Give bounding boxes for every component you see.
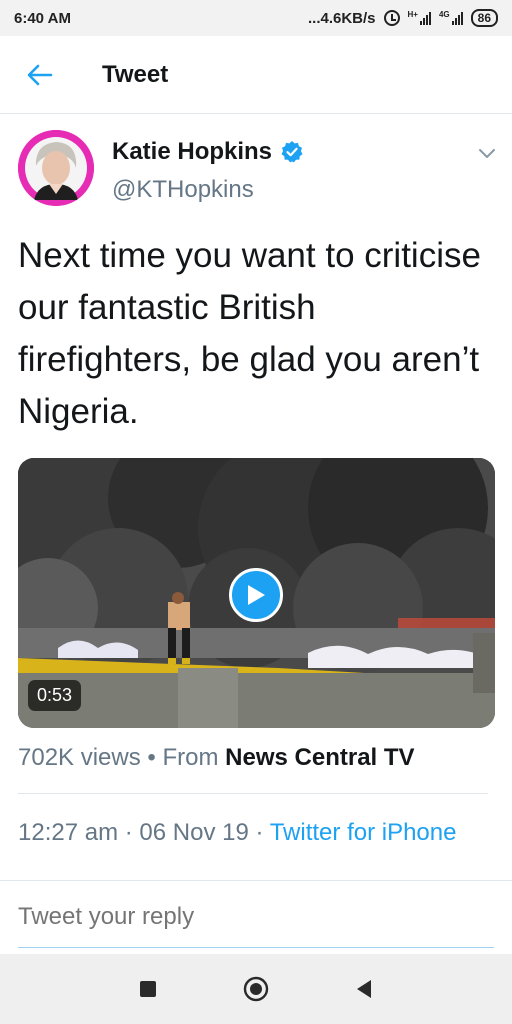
status-icons: ...4.6KB/s H+ 4G 86 — [308, 9, 498, 27]
from-label: From — [162, 744, 226, 771]
battery-indicator: 86 — [470, 9, 498, 27]
author-handle[interactable]: @KTHopkins — [112, 176, 254, 204]
avatar[interactable] — [18, 130, 94, 206]
signal-icon-2: 4G — [439, 11, 463, 25]
author-name[interactable]: Katie Hopkins — [112, 138, 272, 166]
app-header: Tweet — [0, 36, 512, 114]
page-title: Tweet — [102, 60, 169, 88]
arrow-left-icon — [27, 64, 53, 85]
divider — [18, 793, 488, 794]
view-count: 702K views — [18, 744, 141, 771]
tweet-client-link[interactable]: Twitter for iPhone — [270, 819, 457, 846]
dot-separator-2: · — [248, 819, 270, 846]
home-button[interactable] — [241, 974, 271, 1004]
play-button[interactable] — [229, 568, 283, 622]
avatar-image — [18, 130, 94, 206]
network-type-label-2: 4G — [438, 10, 450, 19]
system-back-button[interactable] — [349, 974, 379, 1004]
triangle-back-icon — [357, 980, 371, 998]
views-row: 702K views • From News Central TV — [18, 744, 415, 772]
signal-icon-1: H+ — [408, 11, 431, 25]
reply-bar — [0, 880, 512, 954]
network-type-label: H+ — [407, 10, 418, 19]
square-icon — [140, 981, 156, 997]
verified-badge-icon — [281, 141, 303, 163]
reply-input[interactable] — [18, 903, 488, 931]
video-source-link[interactable]: News Central TV — [225, 744, 414, 771]
circle-home-icon — [243, 976, 269, 1002]
chevron-down-icon[interactable] — [476, 142, 498, 164]
play-icon — [248, 585, 265, 605]
tweet-text: Next time you want to criticise our fant… — [18, 236, 481, 431]
tweet-date: 06 Nov 19 — [139, 819, 249, 846]
reply-underline — [18, 947, 494, 948]
network-speed: ...4.6KB/s — [307, 9, 376, 27]
tweet-author: Katie Hopkins @KTHopkins — [18, 130, 498, 210]
video-duration: 0:53 — [28, 680, 82, 711]
status-time: 6:40 AM — [14, 9, 71, 27]
back-button[interactable] — [0, 36, 80, 114]
system-nav-bar — [0, 954, 512, 1024]
tweet-time: 12:27 am — [18, 819, 119, 846]
dot-separator: · — [118, 819, 140, 846]
author-name-row: Katie Hopkins — [112, 138, 304, 166]
status-bar: 6:40 AM ...4.6KB/s H+ 4G 86 — [0, 0, 512, 36]
video-player[interactable]: 0:53 — [18, 458, 495, 728]
timestamp-row: 12:27 am · 06 Nov 19 · Twitter for iPhon… — [18, 815, 488, 851]
separator-dot: • — [140, 744, 163, 771]
recents-button[interactable] — [133, 974, 163, 1004]
alarm-icon — [383, 10, 400, 26]
